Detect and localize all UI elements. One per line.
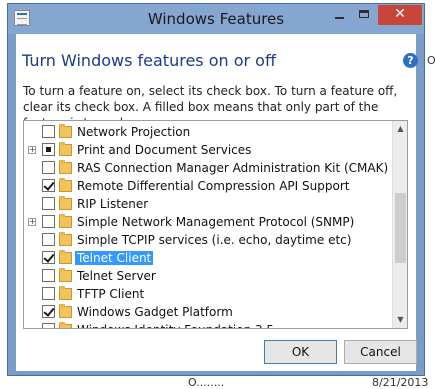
cancel-button[interactable]: Cancel [344, 340, 417, 364]
feature-checkbox[interactable] [42, 179, 55, 192]
background-right-text: O [427, 54, 435, 67]
folder-icon [59, 304, 72, 318]
close-icon: ✕ [394, 6, 406, 22]
feature-checkbox[interactable] [42, 305, 55, 318]
help-icon[interactable]: ? [403, 53, 418, 68]
feature-row[interactable]: Windows Identity Foundation 3.5 [24, 321, 392, 328]
feature-label[interactable]: Print and Document Services [77, 143, 251, 157]
feature-checkbox[interactable] [42, 287, 55, 300]
feature-label[interactable]: Remote Differential Compression API Supp… [77, 179, 349, 193]
feature-label[interactable]: Network Projection [77, 125, 190, 139]
feature-label[interactable]: TFTP Client [77, 287, 144, 301]
scroll-thumb[interactable] [395, 193, 406, 263]
feature-label[interactable]: Windows Gadget Platform [77, 305, 233, 319]
feature-label[interactable]: RIP Listener [77, 197, 148, 211]
feature-label[interactable]: Simple Network Management Protocol (SNMP… [77, 215, 354, 229]
feature-row[interactable]: Telnet Client [24, 249, 392, 267]
folder-icon [59, 268, 72, 282]
feature-checkbox[interactable] [42, 251, 55, 264]
expand-plus-icon[interactable]: + [28, 146, 36, 154]
folder-icon [59, 196, 72, 210]
close-button[interactable]: ✕ [378, 5, 422, 25]
folder-icon [59, 142, 72, 156]
title-bar[interactable]: Windows Features ✕ [8, 4, 424, 34]
scroll-up-arrow-icon[interactable]: ▲ [393, 121, 407, 137]
feature-label[interactable]: Telnet Client [75, 251, 154, 265]
feature-checkbox[interactable] [42, 269, 55, 282]
feature-checkbox[interactable] [42, 323, 55, 328]
feature-checkbox[interactable] [42, 197, 55, 210]
feature-label[interactable]: Windows Identity Foundation 3.5 [77, 323, 274, 328]
folder-icon [59, 178, 72, 192]
feature-checkbox[interactable] [42, 143, 55, 156]
feature-row[interactable]: Network Projection [24, 123, 392, 141]
feature-label[interactable]: Simple TCPIP services (i.e. echo, daytim… [77, 233, 351, 247]
minimize-button[interactable] [327, 5, 351, 25]
feature-row[interactable]: Windows Gadget Platform [24, 303, 392, 321]
feature-row[interactable]: RIP Listener [24, 195, 392, 213]
maximize-button[interactable] [352, 5, 376, 25]
folder-icon [59, 124, 72, 138]
folder-icon [59, 250, 72, 264]
feature-row[interactable]: RAS Connection Manager Administration Ki… [24, 159, 392, 177]
features-tree[interactable]: Network Projection + Print and Document Se… [23, 120, 408, 329]
feature-row[interactable]: + Simple Network Management Protocol (SNM… [24, 213, 392, 231]
feature-label[interactable]: Telnet Server [77, 269, 156, 283]
folder-icon [59, 160, 72, 174]
vertical-scrollbar[interactable]: ▲ ▼ [392, 121, 407, 328]
dialog-body: Turn Windows features on or off ? To tur… [16, 34, 418, 371]
page-title: Turn Windows features on or off [22, 51, 276, 70]
windows-features-dialog: Windows Features ✕ Turn Windows features… [7, 3, 425, 376]
feature-row[interactable]: Remote Differential Compression API Supp… [24, 177, 392, 195]
feature-checkbox[interactable] [42, 125, 55, 138]
feature-checkbox[interactable] [42, 233, 55, 246]
feature-checkbox[interactable] [42, 161, 55, 174]
feature-row[interactable]: Simple TCPIP services (i.e. echo, daytim… [24, 231, 392, 249]
feature-row[interactable]: TFTP Client [24, 285, 392, 303]
ok-button[interactable]: OK [264, 340, 337, 364]
feature-row[interactable]: + Print and Document Services [24, 141, 392, 159]
folder-icon [59, 322, 72, 328]
folder-icon [59, 214, 72, 228]
scroll-down-arrow-icon[interactable]: ▼ [393, 312, 407, 328]
feature-checkbox[interactable] [42, 215, 55, 228]
folder-icon [59, 286, 72, 300]
folder-icon [59, 232, 72, 246]
expand-plus-icon[interactable]: + [28, 218, 36, 226]
feature-row[interactable]: Telnet Server [24, 267, 392, 285]
feature-label[interactable]: RAS Connection Manager Administration Ki… [77, 161, 388, 175]
